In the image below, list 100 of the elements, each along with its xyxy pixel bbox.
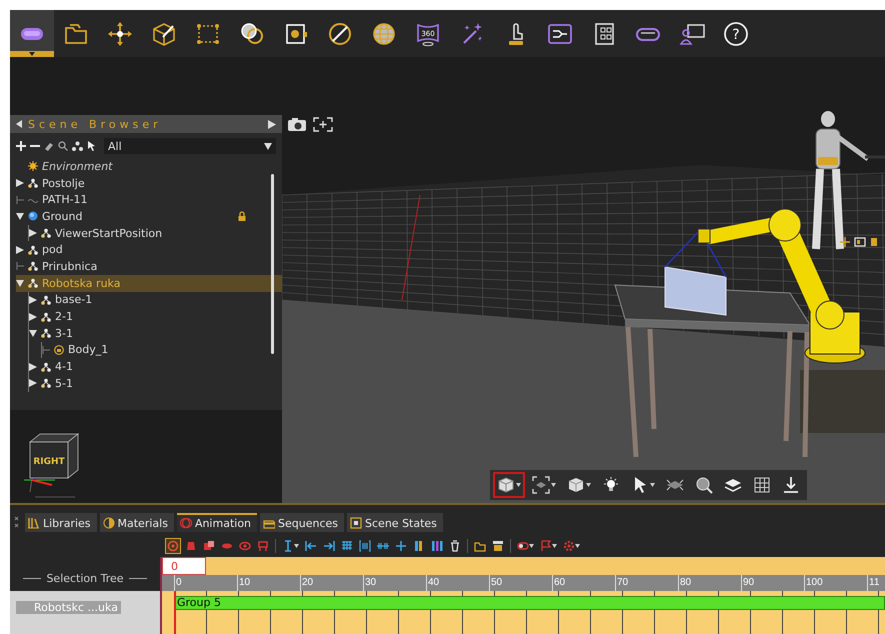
collapsed-arrow-icon[interactable] <box>29 296 37 304</box>
filter-dropdown[interactable]: All <box>104 138 276 154</box>
tree-item[interactable]: pod <box>16 241 282 258</box>
record-keys-icon <box>203 540 215 552</box>
item-label: Postolje <box>42 176 85 190</box>
jump-start-icon <box>305 540 317 552</box>
books-icon <box>28 517 40 529</box>
tree-item[interactable]: 5-1 <box>29 374 282 392</box>
caret-icon <box>516 483 521 487</box>
tree-item[interactable]: Robotska ruka <box>16 274 282 292</box>
caret-icon <box>294 544 299 548</box>
node-hierarchy-icon <box>28 261 38 272</box>
animation-tool-button[interactable] <box>429 538 445 554</box>
trash-icon <box>449 540 461 552</box>
tree-item[interactable]: ViewerStartPosition <box>29 224 282 242</box>
collapsed-arrow-icon[interactable] <box>16 246 24 254</box>
collapsed-arrow-icon[interactable] <box>29 229 37 238</box>
grid-icon <box>753 476 771 494</box>
panel-tab[interactable]: Libraries <box>25 512 97 532</box>
tree-connector <box>16 262 24 270</box>
filter-value: All <box>108 140 122 152</box>
animation-tool-button[interactable] <box>165 538 181 554</box>
animation-tool-button[interactable] <box>357 538 373 554</box>
eraser-icon[interactable] <box>44 141 54 151</box>
expanded-arrow-icon[interactable] <box>16 212 24 220</box>
item-label: Body_1 <box>68 343 108 356</box>
item-label: base-1 <box>55 293 92 306</box>
eye-icon <box>239 540 251 552</box>
panel-tab[interactable]: Sequences <box>260 512 344 532</box>
item-label: PATH-11 <box>42 193 88 206</box>
tree-item[interactable]: Environment <box>16 158 282 175</box>
camera-icon[interactable] <box>287 117 307 132</box>
item-label: Environment <box>42 160 112 173</box>
panel-icon[interactable] <box>854 237 866 247</box>
viewport-tool-button[interactable] <box>493 472 525 498</box>
tree-item[interactable]: Ground <box>16 208 282 225</box>
move-arrows-icon[interactable] <box>840 237 850 247</box>
add-icon[interactable] <box>16 141 26 151</box>
caret-icon <box>586 483 591 487</box>
bar-pair-icon <box>413 540 425 552</box>
tree-item[interactable]: 2-1 <box>29 308 282 325</box>
bracket-bars-icon <box>359 540 371 552</box>
tree-item[interactable]: 3-1 <box>29 324 282 342</box>
scrollbar[interactable] <box>271 174 274 354</box>
layers-icon <box>724 476 742 494</box>
tree-item[interactable]: 4-1 <box>29 358 282 375</box>
panel-tab[interactable]: Scene States <box>347 512 443 532</box>
collapsed-arrow-icon[interactable] <box>29 379 37 388</box>
question-mark: ? <box>732 26 740 42</box>
item-label: ViewerStartPosition <box>55 226 162 240</box>
rings-icon <box>180 517 192 529</box>
state-box-icon <box>350 517 362 529</box>
item-label: Robotska ruka <box>42 276 120 290</box>
node-hierarchy-icon <box>41 312 51 322</box>
marker-icon[interactable] <box>870 237 878 247</box>
panel-tab[interactable]: Animation <box>176 512 258 532</box>
expand-right-icon[interactable] <box>268 120 276 128</box>
pointer-icon[interactable] <box>87 141 96 151</box>
current-frame-field[interactable]: 0 <box>162 557 206 575</box>
item-label: pod <box>42 243 63 256</box>
animation-tool-button[interactable] <box>490 538 506 554</box>
cursor-beam-icon <box>282 540 294 552</box>
tree-connector <box>16 196 24 204</box>
refresh-icon <box>167 540 179 552</box>
search-icon[interactable] <box>58 141 68 151</box>
collapsed-arrow-icon[interactable] <box>29 362 37 371</box>
item-label: 3-1 <box>55 326 73 340</box>
gear-icon <box>563 540 575 552</box>
collapsed-arrow-icon[interactable] <box>29 312 37 321</box>
tree-item[interactable]: PATH-11 <box>16 191 282 208</box>
frame-plus-icon[interactable] <box>313 117 333 132</box>
panel-title: Scene Browser <box>28 118 163 130</box>
collapse-left-icon[interactable] <box>16 120 22 128</box>
caret-icon <box>650 483 655 487</box>
caret-icon <box>551 483 556 487</box>
node-hierarchy-icon <box>28 178 38 188</box>
tree-item[interactable]: Prirubnica <box>16 258 282 275</box>
tree-item[interactable]: base-1 <box>29 292 282 308</box>
folder-icon <box>474 540 486 552</box>
drop-to-ground-icon <box>782 476 800 494</box>
light-bulb-icon <box>602 476 620 494</box>
animation-tool-button[interactable] <box>561 538 582 554</box>
split-icon <box>395 540 407 552</box>
panel-tab[interactable]: Materials <box>100 512 174 532</box>
tree-item[interactable]: Postolje <box>16 174 282 192</box>
animation-tool-button[interactable] <box>321 538 337 554</box>
toolbar-button[interactable]: ? <box>714 10 758 57</box>
animation-clip[interactable]: Group 5 <box>174 596 885 610</box>
expanded-arrow-icon[interactable] <box>29 329 37 338</box>
animation-tool-button[interactable] <box>303 538 319 554</box>
triple-bar-icon <box>431 540 443 552</box>
expanded-arrow-icon[interactable] <box>16 279 24 288</box>
bars-icon <box>341 540 353 552</box>
animation-tool-button[interactable] <box>393 538 409 554</box>
item-label: 2-1 <box>55 310 73 324</box>
view-cube[interactable]: RIGHT <box>24 433 80 498</box>
hierarchy-icon[interactable] <box>72 141 83 151</box>
lock-icon[interactable] <box>238 211 246 222</box>
collapsed-arrow-icon[interactable] <box>16 179 24 188</box>
tree-item[interactable]: Body_1 <box>42 342 282 358</box>
